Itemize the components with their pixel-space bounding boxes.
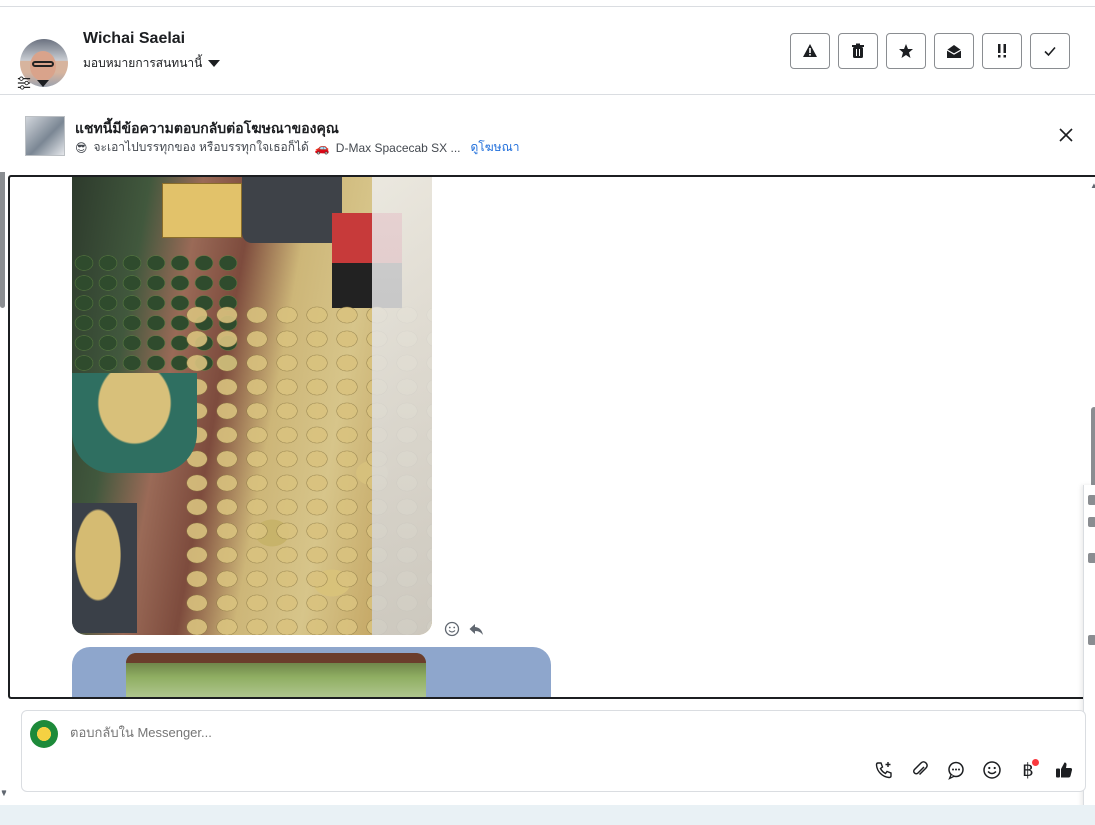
ad-caption: จะเอาไปบรรทุกของ หรือบรรทุกใจเธอก็ได้ bbox=[93, 140, 309, 154]
truck-image-part bbox=[242, 177, 342, 243]
reply-input[interactable] bbox=[70, 725, 770, 740]
like-button[interactable] bbox=[1053, 759, 1075, 781]
composer-toolbar: ฿ bbox=[873, 759, 1075, 781]
trash-icon bbox=[852, 43, 864, 58]
thumbs-up-icon bbox=[1056, 762, 1073, 778]
mark-done-button[interactable] bbox=[1030, 33, 1070, 69]
boxes-image-part bbox=[162, 183, 242, 238]
phone-plus-icon bbox=[875, 762, 892, 779]
payment-button[interactable]: ฿ bbox=[1017, 759, 1039, 781]
star-button[interactable] bbox=[886, 33, 926, 69]
saved-replies-button[interactable] bbox=[945, 759, 967, 781]
ad-model: D-Max Spacecab SX ... bbox=[335, 140, 461, 155]
paperclip-icon bbox=[913, 761, 928, 776]
call-button[interactable] bbox=[873, 759, 895, 781]
bottom-band bbox=[0, 805, 1095, 825]
emoji-button[interactable] bbox=[981, 759, 1003, 781]
message-thread[interactable]: ▲ bbox=[8, 175, 1095, 699]
smiley-icon[interactable] bbox=[444, 621, 460, 637]
report-spam-button[interactable] bbox=[790, 33, 830, 69]
view-ad-link[interactable]: ดูโฆษณา bbox=[471, 138, 520, 157]
melons-photo[interactable] bbox=[72, 177, 432, 635]
filter-dropdown[interactable] bbox=[17, 74, 55, 92]
star-icon bbox=[899, 44, 913, 58]
basket-image-part-2 bbox=[72, 503, 137, 633]
close-icon[interactable] bbox=[1058, 127, 1074, 143]
wall-image-part bbox=[372, 177, 432, 635]
panel-thumbnail bbox=[1088, 635, 1095, 645]
assign-label: มอบหมายการสนทนานี้ bbox=[83, 56, 203, 70]
messenger-page: ▲ ▼ Wichai Saelai มอบหมายการสนทนานี้ bbox=[0, 0, 1095, 825]
panel-thumbnail bbox=[1088, 517, 1095, 527]
envelope-open-icon bbox=[946, 45, 962, 58]
message-composer: ฿ bbox=[21, 710, 1086, 792]
exclamation-icon bbox=[998, 44, 1006, 58]
mark-unread-button[interactable] bbox=[934, 33, 974, 69]
ad-banner-subtitle: 😎 จะเอาไปบรรทุกของ หรือบรรทุกใจเธอก็ได้ … bbox=[75, 138, 519, 157]
ad-banner-title: แชทนี้มีข้อความตอบกลับต่อโฆษณาของคุณ bbox=[75, 120, 339, 136]
ad-thumbnail[interactable] bbox=[25, 116, 65, 156]
notification-dot bbox=[1032, 759, 1039, 766]
conversation-header: Wichai Saelai มอบหมายการสนทนานี้ bbox=[0, 7, 1095, 95]
contact-name[interactable]: Wichai Saelai bbox=[83, 30, 185, 48]
avatar-glasses bbox=[32, 61, 54, 67]
car-emoji: 🚗 bbox=[314, 140, 330, 155]
scrollbar-thumb[interactable] bbox=[1091, 407, 1095, 487]
scroll-down-arrow-icon[interactable]: ▼ bbox=[0, 789, 8, 798]
assign-conversation-dropdown[interactable]: มอบหมายการสนทนานี้ bbox=[83, 54, 221, 73]
sunglasses-emoji: 😎 bbox=[75, 140, 88, 155]
chevron-down-icon bbox=[37, 79, 49, 87]
beam-image-part bbox=[126, 653, 426, 663]
garden-photo[interactable] bbox=[126, 653, 426, 697]
message-actions bbox=[444, 621, 484, 637]
ad-reply-banner: แชทนี้มีข้อความตอบกลับต่อโฆษณาของคุณ 😎 จ… bbox=[0, 96, 1095, 172]
panel-thumbnail bbox=[1088, 495, 1095, 505]
basket-image-part bbox=[72, 373, 197, 473]
scroll-up-arrow-icon[interactable]: ▲ bbox=[1090, 181, 1095, 190]
reply-icon[interactable] bbox=[468, 621, 484, 637]
warning-icon bbox=[803, 44, 817, 57]
panel-thumbnail bbox=[1088, 553, 1095, 563]
left-scrollbar[interactable]: ▲ ▼ bbox=[0, 110, 8, 800]
header-actions bbox=[790, 33, 1070, 69]
follow-up-button[interactable] bbox=[982, 33, 1022, 69]
page-avatar bbox=[30, 720, 58, 748]
check-icon bbox=[1044, 46, 1056, 57]
smiley-icon bbox=[983, 761, 1001, 779]
delete-button[interactable] bbox=[838, 33, 878, 69]
chevron-down-icon bbox=[208, 60, 221, 67]
attach-button[interactable] bbox=[909, 759, 931, 781]
chat-bubble-icon bbox=[948, 761, 964, 780]
sliders-icon bbox=[17, 76, 31, 90]
